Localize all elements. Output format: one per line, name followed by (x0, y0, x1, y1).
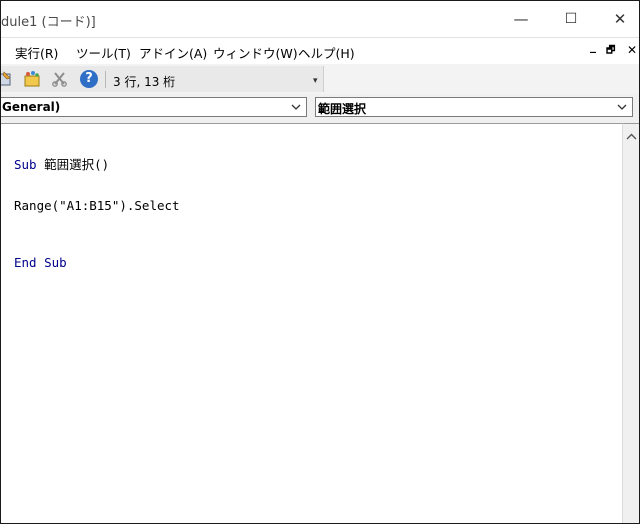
code-line-sub[interactable]: Sub 範囲選択() (14, 154, 109, 173)
userform-icon[interactable] (23, 70, 41, 88)
procedure-dropdown[interactable]: 範囲選択 (315, 97, 633, 117)
help-icon[interactable]: ? (80, 70, 98, 88)
menu-tools[interactable]: ツール(T) (76, 43, 131, 62)
code-line-range[interactable]: Range("A1:B15").Select (14, 198, 180, 213)
menu-addins[interactable]: アドイン(A) (139, 43, 207, 62)
toolbar: ? 3 行, 13 桁 ▾ (1, 64, 639, 94)
vbe-window: dule1 (コード)] — ☐ ✕ 実行(R) ツール(T) アドイン(A) … (0, 0, 640, 524)
object-dropdown[interactable]: General) (1, 97, 307, 117)
mdi-minimize-button[interactable]: _ (590, 39, 596, 53)
object-dropdown-value: General) (2, 100, 61, 114)
menu-run[interactable]: 実行(R) (15, 43, 58, 62)
menu-window[interactable]: ウィンドウ(W) (213, 43, 298, 62)
toolbar-strip: ? 3 行, 13 桁 ▾ (1, 66, 324, 92)
combo-bar: General) 範囲選択 (1, 95, 639, 121)
chevron-down-icon (291, 104, 301, 110)
title-bar: dule1 (コード)] — ☐ ✕ (1, 1, 639, 38)
mdi-restore-button[interactable]: 🗗 (606, 43, 615, 60)
code-keyword-sub: Sub (14, 157, 37, 172)
cursor-position-label: 3 行, 13 桁 (113, 75, 176, 89)
toolbar-separator (105, 71, 106, 88)
mdi-close-button[interactable]: ✕ (627, 43, 637, 57)
vertical-scrollbar[interactable] (622, 123, 640, 523)
menu-bar: 実行(R) ツール(T) アドイン(A) ウィンドウ(W) ヘルプ(H) _ 🗗… (1, 38, 639, 64)
design-mode-icon[interactable] (0, 70, 13, 88)
code-editor[interactable]: Sub 範囲選択() Range("A1:B15").Select End Su… (1, 123, 622, 523)
toolbar-overflow-icon[interactable]: ▾ (313, 76, 318, 86)
code-keyword-end-sub: End Sub (14, 255, 67, 270)
chevron-down-icon (617, 104, 627, 110)
window-title: dule1 (コード)] (1, 15, 96, 30)
cut-icon[interactable] (51, 70, 69, 88)
maximize-button[interactable]: ☐ (556, 7, 586, 31)
menu-help[interactable]: ヘルプ(H) (298, 43, 355, 62)
arrow-up-icon[interactable] (623, 130, 640, 144)
procedure-dropdown-value: 範囲選択 (318, 102, 367, 116)
code-line-end-sub[interactable]: End Sub (14, 255, 67, 270)
close-button[interactable]: ✕ (605, 7, 635, 31)
code-procedure-name: 範囲選択() (36, 157, 110, 172)
minimize-button[interactable]: — (506, 7, 536, 31)
